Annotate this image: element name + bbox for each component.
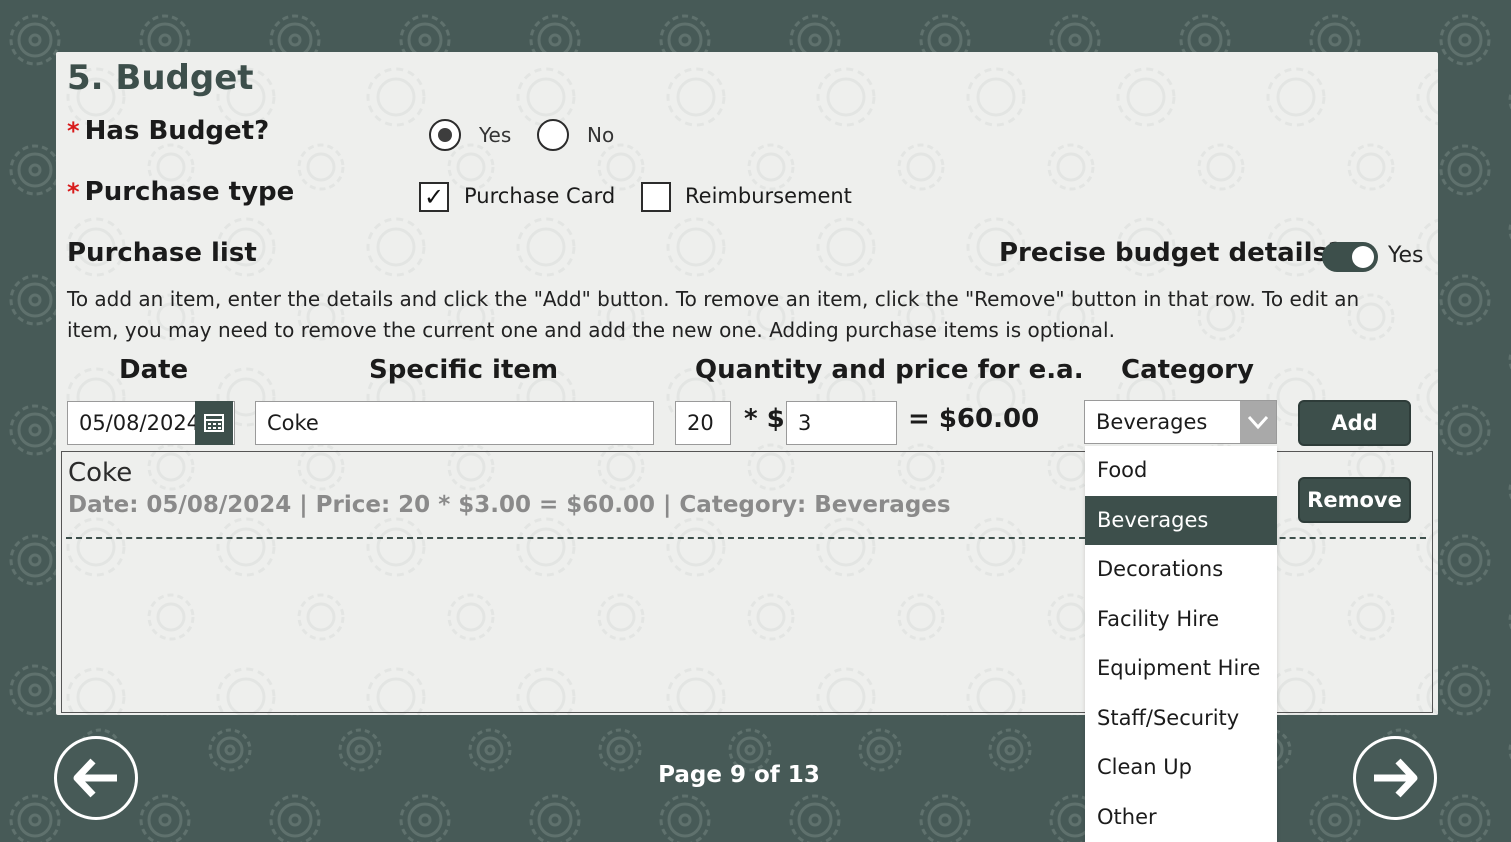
section-title: 5. Budget	[67, 58, 254, 98]
purchase-card-label: Purchase Card	[464, 184, 616, 208]
instructions-text: To add an item, enter the details and cl…	[67, 287, 1360, 342]
next-page-button[interactable]	[1353, 736, 1437, 820]
category-select-value: Beverages	[1096, 410, 1208, 434]
precise-budget-label: Precise budget details?	[999, 238, 1344, 268]
category-select[interactable]: Beverages	[1084, 400, 1277, 444]
has-budget-yes-label: Yes	[479, 123, 512, 147]
reimbursement-checkbox[interactable]	[641, 182, 671, 212]
precise-budget-toggle[interactable]	[1322, 242, 1378, 272]
purchase-card-checkbox[interactable]: ✓	[419, 182, 449, 212]
column-header-category: Category	[1121, 355, 1254, 385]
has-budget-no-label: No	[587, 123, 615, 147]
category-option-beverages[interactable]: Beverages	[1085, 495, 1277, 545]
arrow-right-icon	[1374, 758, 1418, 798]
item-name: Coke	[68, 458, 133, 488]
category-option-equipment-hire[interactable]: Equipment Hire	[1085, 644, 1277, 694]
category-option-facility-hire[interactable]: Facility Hire	[1085, 595, 1277, 645]
price-input[interactable]: 3	[786, 401, 897, 445]
has-budget-yes-radio[interactable]	[429, 119, 461, 151]
times-dollar-symbol: * $	[744, 404, 785, 434]
has-budget-label: Has Budget?	[84, 116, 270, 146]
purchase-type-label-group: * Purchase type	[67, 177, 294, 207]
required-asterisk: *	[67, 178, 80, 206]
add-button[interactable]: Add	[1298, 400, 1411, 446]
line-total: = $60.00	[908, 404, 1040, 434]
calendar-icon	[204, 414, 224, 432]
category-option-food[interactable]: Food	[1085, 446, 1277, 496]
has-budget-label-group: * Has Budget?	[67, 116, 269, 146]
purchase-type-label: Purchase type	[84, 177, 295, 207]
quantity-input[interactable]: 20	[675, 401, 731, 445]
category-dropdown-arrow[interactable]	[1240, 401, 1276, 443]
chevron-down-icon	[1247, 415, 1269, 430]
category-option-other[interactable]: Other	[1085, 793, 1277, 842]
column-header-quantity-price: Quantity and price for e.a.	[695, 355, 1084, 385]
page-indicator: Page 9 of 13	[658, 762, 820, 788]
column-header-date: Date	[119, 355, 189, 385]
remove-button[interactable]: Remove	[1298, 477, 1411, 523]
column-header-specific-item: Specific item	[369, 355, 559, 385]
specific-item-input[interactable]: Coke	[255, 401, 654, 445]
has-budget-no-radio[interactable]	[537, 119, 569, 151]
category-option-staff-security[interactable]: Staff/Security	[1085, 694, 1277, 744]
item-detail: Date: 05/08/2024 | Price: 20 * $3.00 = $…	[68, 492, 951, 518]
calendar-button[interactable]	[195, 401, 233, 445]
reimbursement-label: Reimbursement	[685, 184, 852, 208]
required-asterisk: *	[67, 117, 80, 145]
category-option-decorations[interactable]: Decorations	[1085, 545, 1277, 595]
purchase-list-heading: Purchase list	[67, 238, 257, 268]
precise-budget-value: Yes	[1388, 243, 1424, 268]
